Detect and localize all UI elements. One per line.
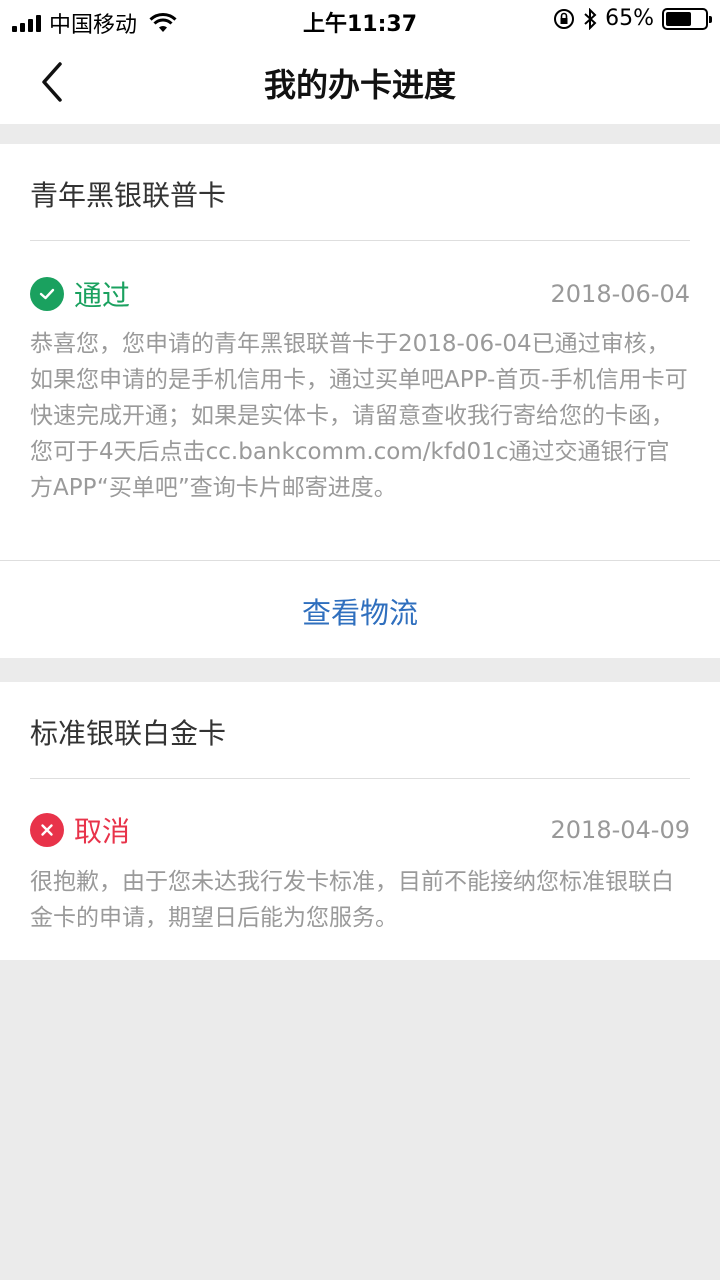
status-row: 通过 2018-06-04: [30, 274, 690, 314]
status-description: 恭喜您，您申请的青年黑银联普卡于2018-06-04已通过审核，如果您申请的是手…: [30, 331, 688, 501]
status-label: 通过: [74, 279, 131, 312]
divider: [30, 240, 690, 241]
view-logistics-button[interactable]: 查看物流: [0, 590, 720, 632]
bluetooth-icon: [584, 7, 597, 30]
orientation-lock-icon: [554, 8, 575, 29]
battery-icon: [662, 7, 712, 30]
divider: [0, 560, 720, 561]
status-bar: 中国移动 上午11:37 65%: [0, 0, 720, 40]
status-date: 2018-04-09: [550, 816, 690, 844]
battery-percent: 65%: [605, 6, 654, 31]
status-row: 取消 2018-04-09: [30, 810, 690, 850]
application-card: 青年黑银联普卡 通过 2018-06-04 恭喜您，您申请的青年黑银联普卡于20…: [0, 144, 720, 658]
check-icon: [30, 277, 64, 311]
cross-icon: [30, 813, 64, 847]
divider: [30, 778, 690, 779]
card-name: 青年黑银联普卡: [30, 179, 227, 212]
status-date: 2018-06-04: [550, 280, 690, 308]
status-description: 很抱歉，由于您未达我行发卡标准，目前不能接纳您标准银联白金卡的申请，期望日后能为…: [30, 869, 674, 931]
status-label: 取消: [74, 815, 131, 848]
nav-bar: 我的办卡进度: [0, 40, 720, 124]
page-title: 我的办卡进度: [263, 66, 456, 104]
card-name: 标准银联白金卡: [30, 717, 227, 750]
application-card: 标准银联白金卡 取消 2018-04-09 很抱歉，由于您未达我行发卡标准，目前…: [0, 682, 720, 960]
